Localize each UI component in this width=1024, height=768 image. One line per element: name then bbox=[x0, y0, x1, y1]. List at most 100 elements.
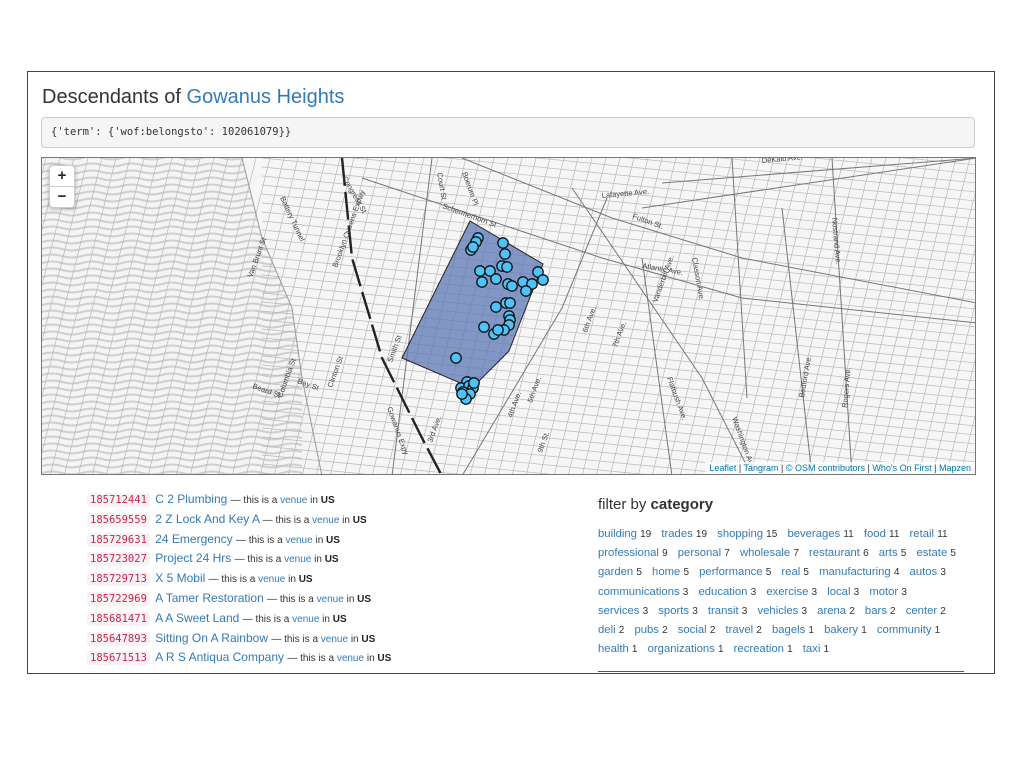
category-link[interactable]: restaurant bbox=[809, 547, 860, 559]
category-link[interactable]: social bbox=[678, 624, 707, 636]
browser-window: Descendants of Gowanus Heights {'term': … bbox=[27, 71, 995, 674]
category-link[interactable]: real bbox=[781, 566, 800, 578]
category-link[interactable]: recreation bbox=[734, 643, 784, 655]
venue-placetype-link[interactable]: venue bbox=[292, 614, 319, 625]
venue-name-link[interactable]: X 5 Mobil bbox=[155, 571, 205, 585]
category-link[interactable]: communications bbox=[598, 586, 680, 598]
category-link[interactable]: retail bbox=[910, 528, 935, 540]
attribution-osm-link[interactable]: © OSM contributors bbox=[786, 463, 865, 473]
category-link[interactable]: local bbox=[827, 586, 850, 598]
category-link[interactable]: building bbox=[598, 528, 637, 540]
parent-place-link[interactable]: Gowanus Heights bbox=[187, 86, 345, 108]
category-link[interactable]: organizations bbox=[648, 643, 715, 655]
category-link[interactable]: arena bbox=[817, 605, 846, 617]
category-link[interactable]: garden bbox=[598, 566, 633, 578]
zoom-in-button[interactable]: + bbox=[50, 166, 74, 186]
category-link[interactable]: transit bbox=[708, 605, 739, 617]
category-link[interactable]: trades bbox=[661, 528, 692, 540]
venue-name-link[interactable]: 24 Emergency bbox=[155, 532, 232, 546]
category-link[interactable]: beverages bbox=[787, 528, 840, 540]
venue-marker[interactable] bbox=[490, 301, 502, 313]
category-link[interactable]: services bbox=[598, 605, 639, 617]
attribution-wof-link[interactable]: Who's On First bbox=[872, 463, 931, 473]
venue-placetype-link[interactable]: venue bbox=[284, 554, 311, 565]
category-link[interactable]: bakery bbox=[824, 624, 858, 636]
attribution-tangram-link[interactable]: Tangram bbox=[744, 463, 779, 473]
venue-placetype-link[interactable]: venue bbox=[312, 515, 339, 526]
venue-marker[interactable] bbox=[467, 241, 479, 253]
venue-marker[interactable] bbox=[474, 265, 486, 277]
venue-placetype-link[interactable]: venue bbox=[258, 574, 285, 585]
venue-marker[interactable] bbox=[450, 352, 462, 364]
category-link[interactable]: autos bbox=[910, 566, 938, 578]
venue-marker[interactable] bbox=[499, 248, 511, 260]
venue-name-link[interactable]: A Tamer Restoration bbox=[155, 591, 264, 605]
venue-marker[interactable] bbox=[504, 297, 516, 309]
category-count: 1 bbox=[823, 644, 830, 656]
venue-marker[interactable] bbox=[501, 261, 513, 273]
venue-name-link[interactable]: A A Sweet Land bbox=[155, 611, 239, 625]
category-count: 5 bbox=[950, 548, 956, 560]
venue-list: 185712441 C 2 Plumbing — this is a venue… bbox=[87, 492, 527, 670]
venue-marker[interactable] bbox=[478, 321, 490, 333]
category-link[interactable]: travel bbox=[726, 624, 754, 636]
category-link[interactable]: pubs bbox=[634, 624, 659, 636]
category-link[interactable]: vehicles bbox=[758, 605, 799, 617]
category-link[interactable]: arts bbox=[879, 547, 898, 559]
category-link[interactable]: shopping bbox=[717, 528, 763, 540]
category-link[interactable]: exercise bbox=[766, 586, 808, 598]
venue-marker[interactable] bbox=[490, 273, 502, 285]
map[interactable]: DeKalb Ave. Lafayette Ave. Fulton St. Atlan… bbox=[41, 157, 976, 475]
venue-desc-in: in bbox=[346, 593, 355, 605]
map-tiles[interactable]: DeKalb Ave.Lafayette Ave.Fulton St.Atlan… bbox=[42, 158, 976, 475]
attribution-leaflet-link[interactable]: Leaflet bbox=[709, 463, 736, 473]
category-link[interactable]: taxi bbox=[803, 643, 821, 655]
venue-marker[interactable] bbox=[476, 276, 488, 288]
category-link[interactable]: wholesale bbox=[740, 547, 790, 559]
zoom-out-button[interactable]: − bbox=[50, 186, 74, 207]
venue-name-link[interactable]: 2 Z Lock And Key A bbox=[155, 512, 259, 526]
venue-name-link[interactable]: C 2 Plumbing bbox=[155, 492, 227, 506]
category-link[interactable]: personal bbox=[678, 547, 721, 559]
category-link[interactable]: estate bbox=[916, 547, 947, 559]
category-link[interactable]: food bbox=[864, 528, 886, 540]
category-count: 2 bbox=[940, 605, 946, 617]
venue-marker[interactable] bbox=[520, 285, 532, 297]
venue-placetype-link[interactable]: venue bbox=[280, 495, 307, 506]
venue-placetype-link[interactable]: venue bbox=[285, 535, 312, 546]
category-link[interactable]: professional bbox=[598, 547, 659, 559]
category-link[interactable]: community bbox=[877, 624, 932, 636]
category-link[interactable]: health bbox=[598, 643, 629, 655]
category-item: bagels 1 bbox=[772, 621, 814, 640]
category-link[interactable]: bars bbox=[865, 605, 887, 617]
venue-marker[interactable] bbox=[506, 280, 518, 292]
category-link[interactable]: education bbox=[698, 586, 747, 598]
water-texture bbox=[42, 365, 303, 371]
venue-placetype-link[interactable]: venue bbox=[337, 653, 364, 664]
category-count: 19 bbox=[640, 529, 652, 540]
category-link[interactable]: deli bbox=[598, 624, 616, 636]
water-texture bbox=[42, 428, 303, 434]
venue-marker[interactable] bbox=[497, 237, 509, 249]
venue-name-link[interactable]: Sitting On A Rainbow bbox=[155, 631, 268, 645]
venue-placetype-link[interactable]: venue bbox=[317, 594, 344, 605]
category-count: 3 bbox=[901, 586, 907, 598]
category-link[interactable]: motor bbox=[869, 586, 898, 598]
venue-marker[interactable] bbox=[537, 274, 549, 286]
category-link[interactable]: bagels bbox=[772, 624, 805, 636]
category-link[interactable]: performance bbox=[699, 566, 762, 578]
category-link[interactable]: sports bbox=[658, 605, 689, 617]
venue-name-link[interactable]: A R S Antiqua Company bbox=[155, 650, 284, 664]
water-texture bbox=[42, 288, 303, 294]
venue-marker[interactable] bbox=[492, 324, 504, 336]
category-link[interactable]: center bbox=[906, 605, 937, 617]
venue-id: 185671513 bbox=[87, 651, 150, 666]
venue-marker[interactable] bbox=[456, 388, 468, 400]
category-link[interactable]: home bbox=[652, 566, 680, 578]
venue-name-link[interactable]: Project 24 Hrs bbox=[155, 551, 231, 565]
category-count: 6 bbox=[863, 548, 869, 560]
venue-placetype-link[interactable]: venue bbox=[321, 634, 348, 645]
category-link[interactable]: manufacturing bbox=[819, 566, 891, 578]
venue-marker[interactable] bbox=[468, 377, 480, 389]
attribution-mapzen-link[interactable]: Mapzen bbox=[939, 463, 971, 473]
